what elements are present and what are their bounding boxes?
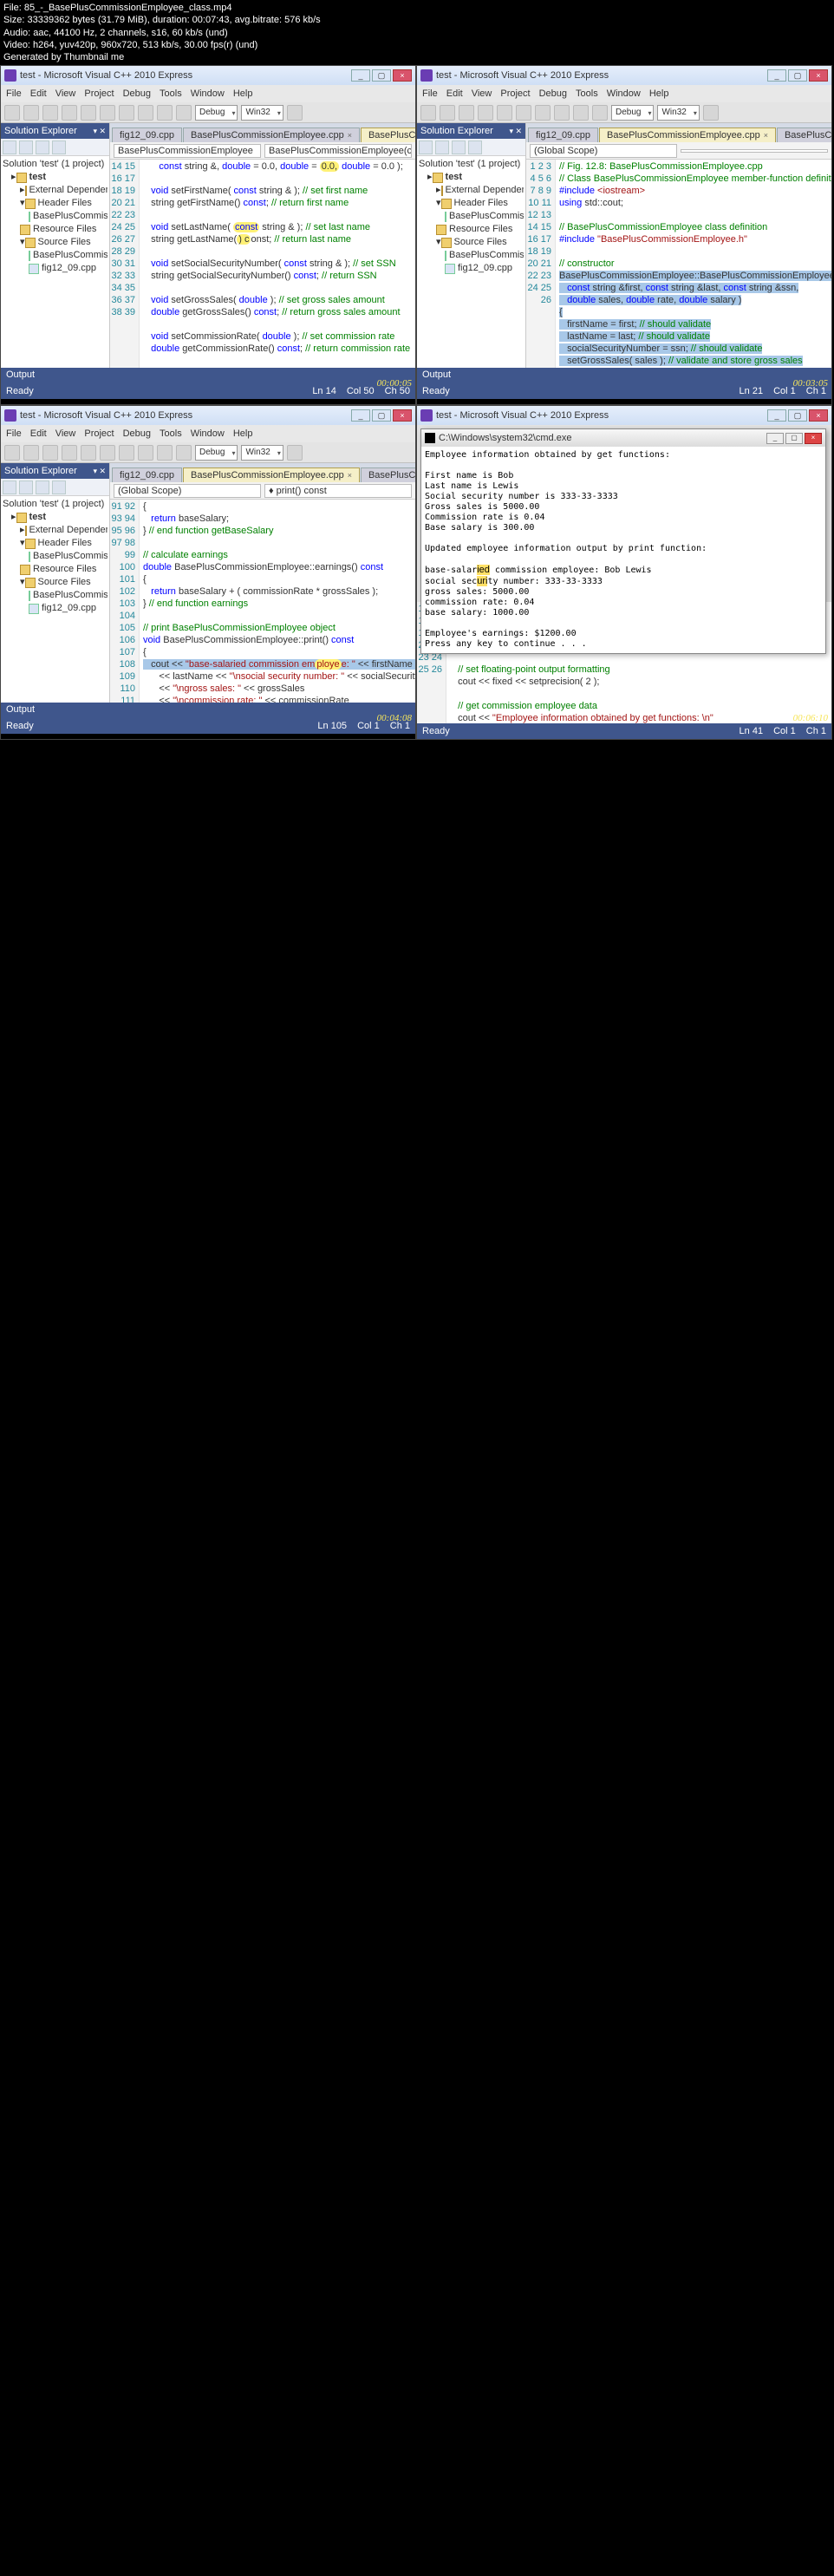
- menu-debug[interactable]: Debug: [123, 88, 151, 99]
- redo-button[interactable]: [157, 105, 173, 121]
- console-min[interactable]: _: [766, 433, 784, 444]
- code-lines[interactable]: { return baseSalary; } // end function g…: [140, 500, 415, 703]
- source-node: ▾ Source Files: [3, 236, 108, 249]
- app-icon: [4, 69, 16, 82]
- source-file-2: fig12_09.cpp: [3, 262, 108, 275]
- solution-node: Solution 'test' (1 project): [3, 158, 108, 171]
- minimize-button[interactable]: _: [351, 69, 370, 82]
- video-frame-3: test - Microsoft Visual C++ 2010 Express…: [0, 405, 416, 740]
- run-button[interactable]: [176, 105, 192, 121]
- headers-node: ▾ Header Files: [3, 197, 108, 210]
- video-frame-1: test - Microsoft Visual C++ 2010 Express…: [0, 65, 416, 405]
- window-titlebar[interactable]: test - Microsoft Visual C++ 2010 Express…: [1, 66, 415, 85]
- code-lines[interactable]: const string &, double = 0.0, double = 0…: [140, 160, 415, 368]
- tab-h[interactable]: BasePlusCommissionEmployee.h×: [361, 127, 415, 142]
- toolbar[interactable]: Debug Win32: [1, 102, 415, 123]
- header-file: BasePlusCommissio: [3, 210, 108, 223]
- source-file-1: BasePlusCommissio: [3, 249, 108, 262]
- code-lines[interactable]: // Fig. 12.8: BasePlusCommissionEmployee…: [556, 160, 831, 368]
- copy-button[interactable]: [100, 105, 115, 121]
- console-max[interactable]: ▢: [785, 433, 803, 444]
- explorer-header: Solution Explorer▾ ✕: [1, 123, 109, 139]
- menu-view[interactable]: View: [55, 88, 76, 99]
- video-frame-4: test - Microsoft Visual C++ 2010 Express…: [416, 405, 832, 740]
- close-button[interactable]: ×: [393, 69, 412, 82]
- console-title: C:\Windows\system32\cmd.exe: [439, 433, 571, 443]
- find-button[interactable]: [287, 105, 303, 121]
- video-timestamp: 00:00:05: [377, 378, 412, 389]
- explorer-toolbar[interactable]: [1, 139, 109, 156]
- menu-edit[interactable]: Edit: [30, 88, 47, 99]
- config-combo[interactable]: Debug: [195, 105, 238, 121]
- cut-button[interactable]: [81, 105, 96, 121]
- line-gutter: 14 15 16 17 18 19 20 21 22 23 24 25 26 2…: [110, 160, 140, 368]
- menu-project[interactable]: Project: [84, 88, 114, 99]
- scope-left: BasePlusCommissionEmployee: [114, 144, 261, 158]
- menu-help[interactable]: Help: [233, 88, 253, 99]
- open-button[interactable]: [23, 105, 39, 121]
- menubar[interactable]: File Edit View Project Debug Tools Windo…: [1, 85, 415, 102]
- save-button[interactable]: [42, 105, 58, 121]
- scope-bar[interactable]: BasePlusCommissionEmployee BasePlusCommi…: [110, 142, 415, 160]
- editor-tabs: fig12_09.cpp BasePlusCommissionEmployee.…: [110, 123, 415, 142]
- menu-file[interactable]: File: [6, 88, 22, 99]
- output-header[interactable]: Output: [1, 368, 415, 383]
- file-metadata: File: 85_-_BasePlusCommissionEmployee_cl…: [0, 0, 834, 65]
- console-titlebar: C:\Windows\system32\cmd.exe _▢×: [421, 429, 825, 447]
- console-close[interactable]: ×: [805, 433, 822, 444]
- menu-tools[interactable]: Tools: [160, 88, 182, 99]
- solution-explorer[interactable]: Solution Explorer▾ ✕ Solution 'test' (1 …: [1, 123, 110, 368]
- paste-button[interactable]: [119, 105, 134, 121]
- console-window[interactable]: C:\Windows\system32\cmd.exe _▢× Employee …: [420, 428, 826, 654]
- code-editor[interactable]: fig12_09.cpp BasePlusCommissionEmployee.…: [110, 123, 415, 368]
- platform-combo[interactable]: Win32: [241, 105, 283, 121]
- statusbar: Ready Ln 14Col 50Ch 50: [1, 383, 415, 399]
- deps-node: ▸ External Dependencies: [3, 184, 108, 197]
- undo-button[interactable]: [138, 105, 153, 121]
- solution-tree[interactable]: Solution 'test' (1 project) ▸ test ▸ Ext…: [1, 156, 109, 368]
- maximize-button[interactable]: ▢: [372, 69, 391, 82]
- new-button[interactable]: [4, 105, 20, 121]
- tab-cpp[interactable]: BasePlusCommissionEmployee.cpp×: [183, 127, 360, 142]
- saveall-button[interactable]: [62, 105, 77, 121]
- scope-right: BasePlusCommissionEmployee(const string …: [264, 144, 412, 158]
- window-title: test - Microsoft Visual C++ 2010 Express: [20, 70, 192, 81]
- resource-node: Resource Files: [3, 223, 108, 236]
- menu-window[interactable]: Window: [191, 88, 225, 99]
- console-output: Employee information obtained by get fun…: [421, 447, 825, 653]
- pin-icon[interactable]: ▾ ✕: [93, 127, 106, 136]
- video-frame-2: test - Microsoft Visual C++ 2010 Express…: [416, 65, 832, 405]
- tab-fig12[interactable]: fig12_09.cpp: [112, 127, 182, 142]
- project-node: ▸ test: [3, 171, 108, 184]
